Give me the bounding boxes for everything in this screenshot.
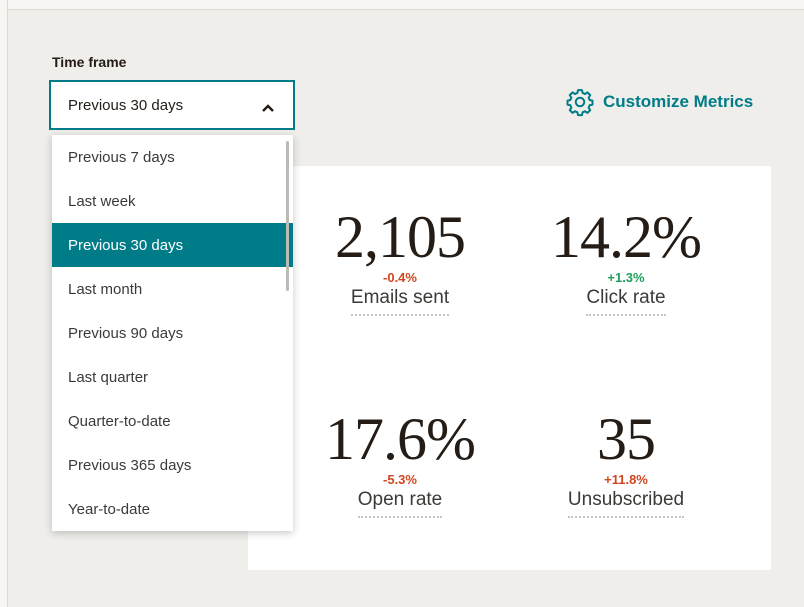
metric-label[interactable]: Click rate xyxy=(586,287,666,316)
top-bar xyxy=(0,0,804,10)
metric-value: 35 xyxy=(597,406,656,472)
metric-value: 2,105 xyxy=(335,204,466,270)
dropdown-option-previous-7-days[interactable]: Previous 7 days xyxy=(52,135,293,179)
timeframe-label: Time frame xyxy=(52,54,127,70)
metric-change: +11.8% xyxy=(604,472,648,487)
dropdown-option-quarter-to-date[interactable]: Quarter-to-date xyxy=(52,399,293,443)
metric-label[interactable]: Emails sent xyxy=(350,287,450,316)
gear-icon xyxy=(565,87,595,117)
left-edge-panel xyxy=(0,0,8,607)
metric-open-rate: 17.6% -5.3% Open rate xyxy=(290,408,510,518)
dropdown-option-previous-90-days[interactable]: Previous 90 days xyxy=(52,311,293,355)
dropdown-option-previous-30-days[interactable]: Previous 30 days xyxy=(52,223,293,267)
timeframe-selected-value: Previous 30 days xyxy=(68,96,184,114)
metric-label[interactable]: Open rate xyxy=(357,489,443,518)
dropdown-scrollbar[interactable] xyxy=(286,141,289,291)
dropdown-option-previous-365-days[interactable]: Previous 365 days xyxy=(52,443,293,487)
metric-value: 14.2% xyxy=(551,204,702,270)
metric-label[interactable]: Unsubscribed xyxy=(567,489,685,518)
metric-click-rate: 14.2% +1.3% Click rate xyxy=(516,206,736,316)
metric-value: 17.6% xyxy=(325,406,476,472)
dropdown-option-last-quarter[interactable]: Last quarter xyxy=(52,355,293,399)
metric-emails-sent: 2,105 -0.4% Emails sent xyxy=(290,206,510,316)
customize-metrics-label: Customize Metrics xyxy=(603,92,754,111)
dropdown-option-last-month[interactable]: Last month xyxy=(52,267,293,311)
customize-metrics-button[interactable]: Customize Metrics xyxy=(565,87,753,117)
timeframe-select[interactable]: Previous 30 days xyxy=(49,80,295,130)
metric-change: +1.3% xyxy=(607,270,645,285)
chevron-up-icon[interactable] xyxy=(261,100,275,112)
dropdown-option-last-week[interactable]: Last week xyxy=(52,179,293,223)
metric-unsubscribed: 35 +11.8% Unsubscribed xyxy=(516,408,736,518)
dropdown-option-year-to-date[interactable]: Year-to-date xyxy=(52,487,293,531)
metric-change: -5.3% xyxy=(383,472,417,487)
metrics-card: 2,105 -0.4% Emails sent 14.2% +1.3% Clic… xyxy=(248,166,771,570)
metric-change: -0.4% xyxy=(383,270,417,285)
timeframe-dropdown-menu: Previous 7 days Last week Previous 30 da… xyxy=(52,135,293,531)
